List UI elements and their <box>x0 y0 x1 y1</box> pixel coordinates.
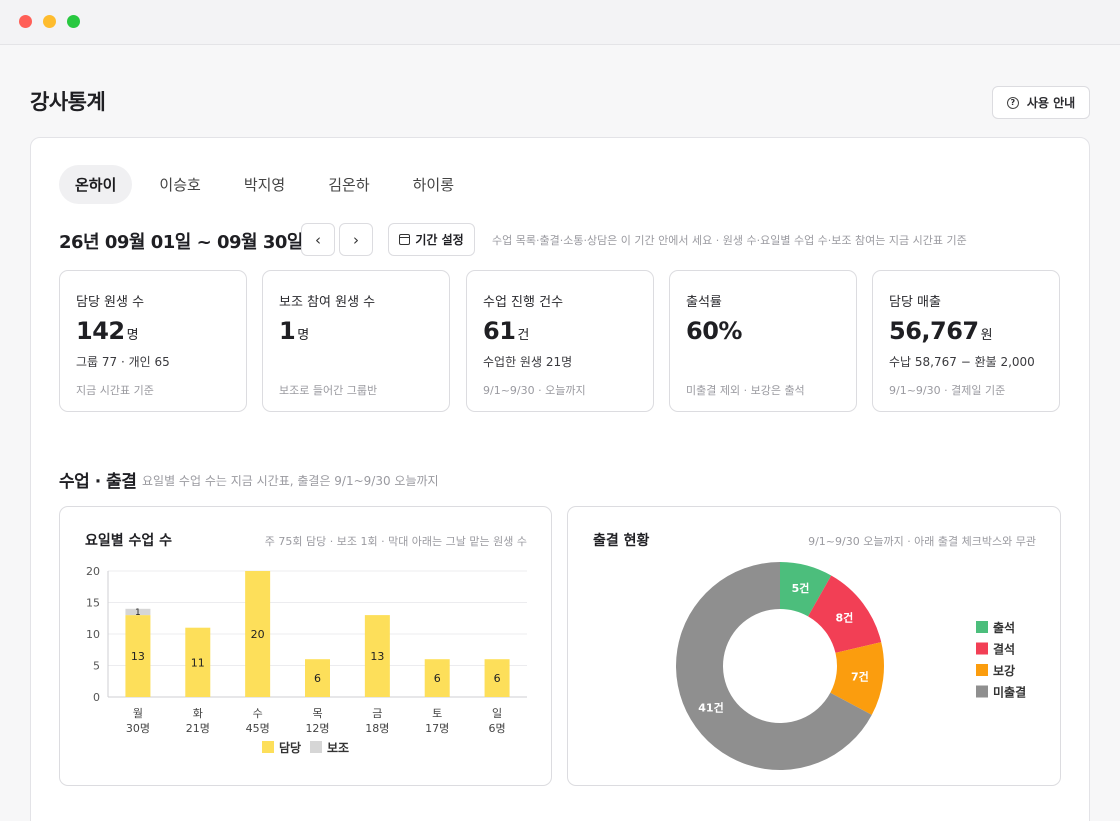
attendance-card: 출결 현황 9/1~9/30 오늘까지 · 아래 출결 체크박스와 무관 5건 8… <box>567 506 1061 786</box>
stat-card-lessons: 수업 진행 건수 61 건 수업한 원생 21명 9/1~9/30 · 오늘까지 <box>466 270 654 412</box>
legend-label: 미출결 <box>993 685 1026 700</box>
weekday-bar-chart: 0 5 10 15 20 13 1 월 30명 11 화 21명 20 수 45명 6 목 12명 13 금 18명 6 토… <box>86 565 527 755</box>
set-period-button[interactable]: 기간 설정 <box>388 223 475 256</box>
section-note: 요일별 수업 수는 지금 시간표, 출결은 9/1~9/30 오늘까지 <box>142 474 439 488</box>
tab-instructor-1[interactable]: 온하이 <box>59 165 133 204</box>
help-button[interactable]: ? 사용 안내 <box>992 86 1090 119</box>
legend-label: 결석 <box>993 642 1015 657</box>
x-tick-sublabel: 18명 <box>365 722 389 735</box>
x-tick-label: 토 <box>432 707 442 720</box>
legend-label: 출석 <box>993 620 1015 635</box>
question-icon: ? <box>1006 96 1019 109</box>
stat-value: 61 건 <box>483 317 529 345</box>
x-tick-label: 목 <box>312 707 322 720</box>
y-tick-label: 15 <box>86 597 100 610</box>
period-note: 수업 목록·출결·소통·상담은 이 기간 안에서 세요 · 원생 수·요일별 수… <box>492 234 967 247</box>
legend-swatch <box>976 664 988 676</box>
weekday-lessons-card: 요일별 수업 수 주 75회 담당 · 보조 1회 · 막대 아래는 그날 맡는… <box>59 506 552 786</box>
set-period-label: 기간 설정 <box>415 233 464 247</box>
attendance-donut-chart: 5건 8건 7건 41건 출석결석보강미출결 <box>676 562 1026 770</box>
slice-value-label: 5건 <box>792 581 810 595</box>
legend-swatch <box>310 741 322 753</box>
legend-label: 담당 <box>279 740 301 755</box>
stat-sub: 수납 58,767 − 환불 2,000 <box>889 355 1035 369</box>
next-period-button[interactable]: › <box>339 223 373 256</box>
stat-foot: 지금 시간표 기준 <box>76 384 154 397</box>
stat-foot: 9/1~9/30 · 오늘까지 <box>483 384 586 397</box>
slice-value-label: 8건 <box>835 611 853 625</box>
stat-value: 56,767 원 <box>889 317 993 345</box>
stat-card-students: 담당 원생 수 142 명 그룹 77 · 개인 65 지금 시간표 기준 <box>59 270 247 412</box>
x-tick-sublabel: 45명 <box>246 722 270 735</box>
stat-label: 담당 원생 수 <box>76 295 145 310</box>
stat-label: 보조 참여 원생 수 <box>279 295 376 310</box>
slice-value-label: 7건 <box>851 669 869 683</box>
x-tick-label: 일 <box>492 706 502 720</box>
legend-swatch <box>976 642 988 655</box>
y-tick-label: 10 <box>86 628 100 641</box>
period-range: 26년 09월 01일 ~ 09월 30일 <box>59 232 303 253</box>
x-tick-label: 수 <box>253 707 263 720</box>
stat-sub: 수업한 원생 21명 <box>483 355 573 369</box>
x-tick-label: 금 <box>372 707 382 720</box>
legend-label: 보조 <box>327 741 349 755</box>
stat-value: 1명 <box>279 317 309 345</box>
stat-card-revenue: 담당 매출 56,767 원 수납 58,767 − 환불 2,000 9/1~9… <box>872 270 1060 412</box>
window-titlebar <box>0 0 1120 45</box>
stat-card-assist-students: 보조 참여 원생 수 1명 보조로 들어간 그룹반 <box>262 270 450 412</box>
bar-value-label: 13 <box>131 650 145 663</box>
stat-foot: 보조로 들어간 그룹반 <box>279 384 378 397</box>
stat-foot: 미출결 제외 · 보강은 출석 <box>686 384 805 397</box>
y-tick-label: 20 <box>86 565 100 578</box>
instructor-tabs: 온하이 이승호 박지영 김온하 하이롱 <box>59 165 481 204</box>
stat-label: 담당 매출 <box>889 295 941 310</box>
chevron-left-icon: ‹ <box>315 230 321 249</box>
x-tick-label: 화 <box>193 707 203 720</box>
x-tick-label: 월 <box>133 707 143 720</box>
bar-value-label: 6 <box>314 672 321 685</box>
stat-sub: 그룹 77 · 개인 65 <box>76 355 170 369</box>
slice-value-label: 41건 <box>698 700 723 714</box>
tab-instructor-3[interactable]: 박지영 <box>228 165 301 204</box>
bar-value-label: 6 <box>434 672 441 685</box>
section-title: 수업 · 출결 <box>59 472 137 492</box>
calendar-icon <box>399 234 411 245</box>
legend-swatch <box>976 685 988 698</box>
minimize-window-button[interactable] <box>43 15 56 28</box>
x-tick-sublabel: 12명 <box>305 722 329 735</box>
x-tick-sublabel: 21명 <box>186 722 210 735</box>
stat-value: 60% <box>686 317 742 345</box>
x-tick-sublabel: 30명 <box>126 722 150 735</box>
prev-period-button[interactable]: ‹ <box>301 223 335 256</box>
tab-instructor-4[interactable]: 김온하 <box>312 165 385 204</box>
close-window-button[interactable] <box>19 15 32 28</box>
page-title: 강사통계 <box>30 90 106 114</box>
stat-foot: 9/1~9/30 · 결제일 기준 <box>889 384 1006 397</box>
legend-swatch <box>976 621 988 633</box>
x-tick-sublabel: 6명 <box>489 722 506 735</box>
stat-value: 142 명 <box>76 317 139 345</box>
y-tick-label: 0 <box>93 691 100 704</box>
x-tick-sublabel: 17명 <box>425 722 449 735</box>
legend-swatch <box>262 741 274 753</box>
bar-value-label: 11 <box>191 656 205 669</box>
maximize-window-button[interactable] <box>67 15 80 28</box>
stat-label: 수업 진행 건수 <box>483 295 564 310</box>
stat-label: 출석률 <box>686 295 722 310</box>
help-button-label: 사용 안내 <box>1026 96 1076 110</box>
bar-value-label: 6 <box>494 672 501 685</box>
chevron-right-icon: › <box>353 230 359 249</box>
bar-value-label: 13 <box>370 650 384 663</box>
bar-value-label: 20 <box>251 628 265 641</box>
tab-instructor-5[interactable]: 하이롱 <box>397 165 470 204</box>
stat-card-attendance: 출석률 60% 미출결 제외 · 보강은 출석 <box>669 270 857 412</box>
y-tick-label: 5 <box>93 660 100 673</box>
tab-instructor-2[interactable]: 이승호 <box>143 165 216 204</box>
bar-value-label: 1 <box>135 608 141 618</box>
legend-label: 보강 <box>993 664 1015 678</box>
